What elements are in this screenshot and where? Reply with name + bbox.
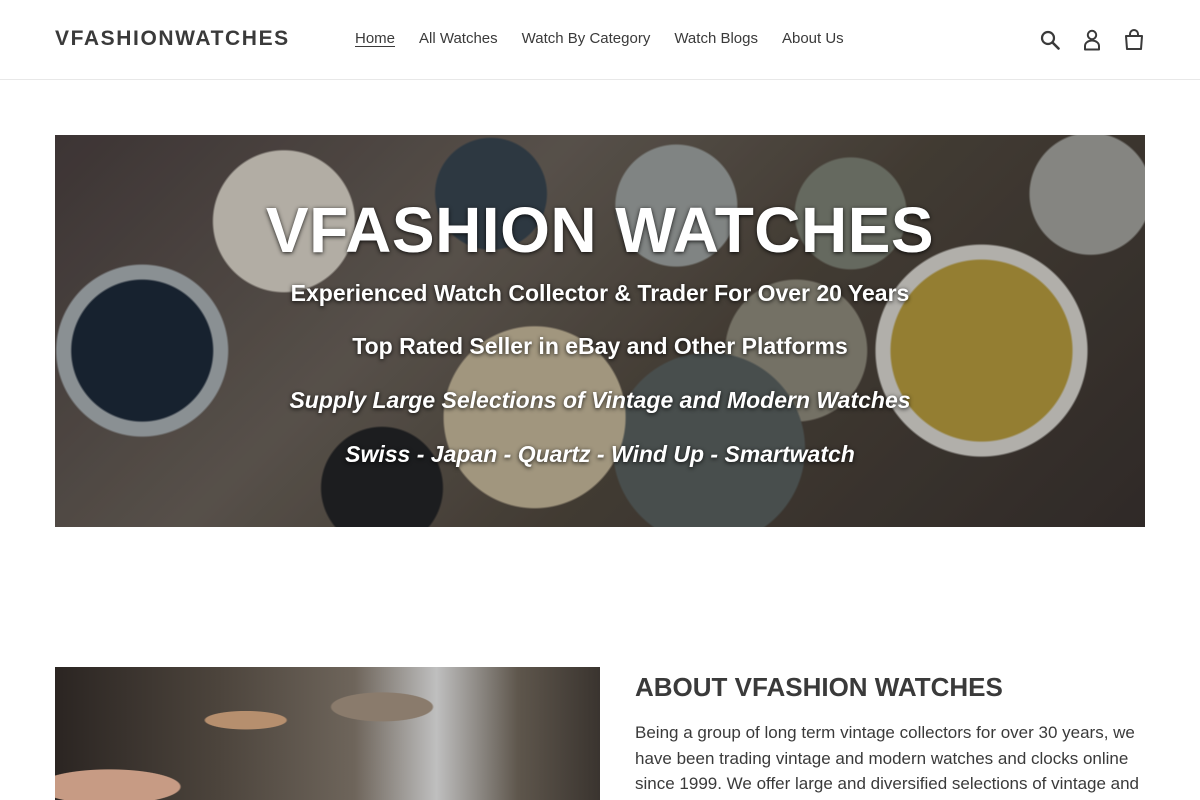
- nav-about-us[interactable]: About Us: [782, 30, 844, 47]
- hero-banner: VFASHION WATCHES Experienced Watch Colle…: [55, 135, 1145, 527]
- hero-line-categories: Swiss - Japan - Quartz - Wind Up - Smart…: [345, 441, 855, 467]
- main-nav: Home All Watches Watch By Category Watch…: [355, 30, 844, 47]
- about-title: ABOUT VFASHION WATCHES: [635, 672, 1003, 702]
- hero-title: VFASHION WATCHES: [265, 194, 935, 266]
- hero-line-seller: Top Rated Seller in eBay and Other Platf…: [352, 333, 848, 359]
- hero-line-selection: Supply Large Selections of Vintage and M…: [289, 387, 911, 413]
- about-text: Being a group of long term vintage colle…: [635, 723, 1140, 793]
- nav-watch-by-category[interactable]: Watch By Category: [522, 30, 651, 47]
- about-image: [55, 667, 600, 800]
- header-icons: [1039, 27, 1145, 53]
- nav-watch-blogs[interactable]: Watch Blogs: [674, 30, 758, 47]
- nav-all-watches[interactable]: All Watches: [419, 30, 498, 47]
- cart-icon[interactable]: [1123, 27, 1145, 53]
- nav-home[interactable]: Home: [355, 30, 395, 47]
- hero-line-experience: Experienced Watch Collector & Trader For…: [290, 280, 910, 306]
- site-header: VFASHIONWATCHES Home All Watches Watch B…: [0, 0, 1200, 80]
- account-icon[interactable]: [1081, 27, 1103, 53]
- site-logo[interactable]: VFASHIONWATCHES: [55, 27, 290, 51]
- search-icon[interactable]: [1039, 27, 1061, 53]
- hero-content: VFASHION WATCHES Experienced Watch Colle…: [55, 135, 1145, 527]
